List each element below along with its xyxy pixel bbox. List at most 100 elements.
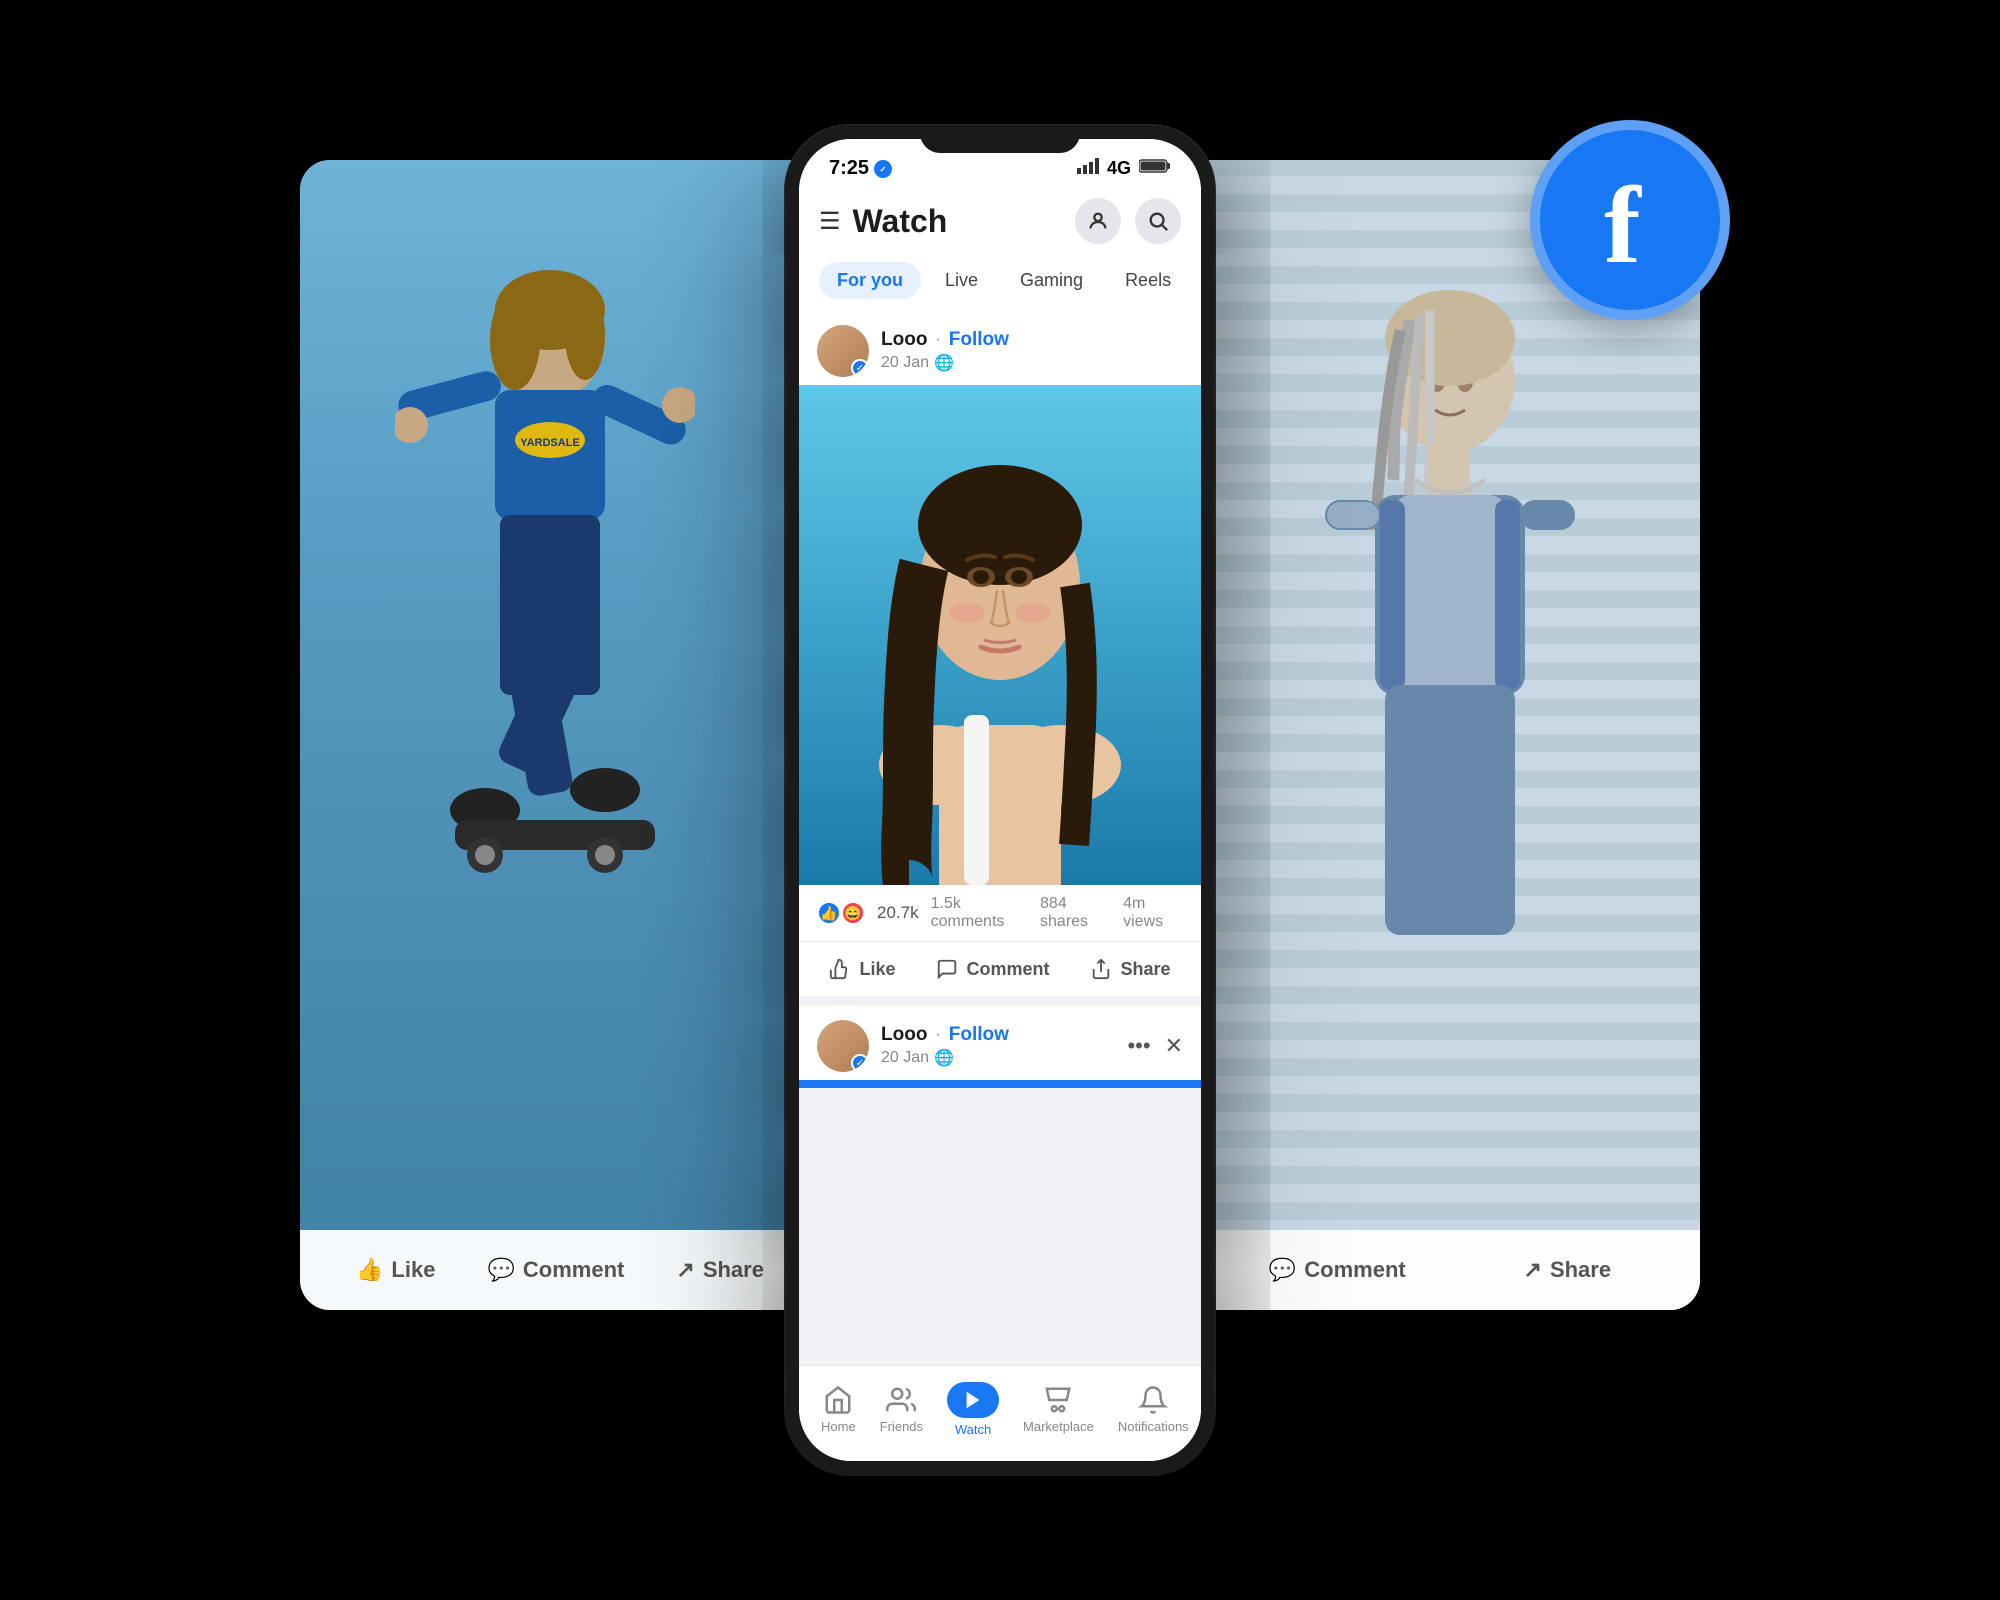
tab-reels[interactable]: Reels [1107,262,1181,299]
tab-gaming[interactable]: Gaming [1002,262,1101,299]
bottom-navigation: Home Friends Watch [799,1365,1201,1461]
reaction-icons: 👍 😄 [817,901,865,925]
nav-friends[interactable]: Friends [868,1379,935,1440]
post-2-avatar: ✓ [817,1020,869,1072]
left-comment-label: Comment [523,1257,624,1283]
left-share-button[interactable]: ↗ Share [676,1257,764,1283]
left-share-label: Share [703,1257,764,1283]
like-action-button[interactable]: Like [811,948,913,990]
post-card-1: ✓ Looo · Follow 20 Jan 🌐 [799,311,1201,996]
left-card: YARDSALE 👍 Like 💬 Comment ↗ Share [300,160,820,1310]
post-2-meta: Looo · Follow 20 Jan 🌐 [881,1024,1115,1068]
nav-watch[interactable]: Watch [935,1376,1011,1443]
post-2-actions: ••• ✕ [1127,1033,1183,1059]
right-comment-button[interactable]: 💬 Comment [1269,1257,1406,1283]
post-2-author-row: Looo · Follow [881,1024,1115,1046]
like-reaction-icon: 👍 [817,901,841,925]
post-2-date: 20 Jan [881,1049,929,1067]
left-card-image: YARDSALE [300,160,820,1310]
search-button[interactable] [1135,198,1181,244]
phone-frame: 7:25 ✓ [785,125,1215,1475]
shares-count: 884 shares [1040,895,1111,931]
tab-for-you[interactable]: For you [819,262,921,299]
post-1-follow-button[interactable]: Follow [949,329,1009,351]
nav-marketplace-label: Marketplace [1023,1419,1094,1434]
app-header: ☰ Watch [799,188,1201,311]
share-action-label: Share [1120,959,1170,980]
post-1-separator: · [935,331,940,349]
hamburger-menu-icon[interactable]: ☰ [819,207,841,236]
right-share-icon: ↗ [1524,1257,1542,1283]
right-person-illustration [1265,220,1615,1090]
love-reaction-icon: 😄 [841,901,865,925]
right-card: 💬 Comment ↗ Share [1180,160,1700,1310]
signal-bars [1077,158,1099,179]
svg-text:✓: ✓ [880,165,887,174]
post-1-avatar: ✓ [817,325,869,377]
verified-badge: ✓ [851,359,869,377]
phone: 7:25 ✓ [785,125,1215,1475]
share-action-button[interactable]: Share [1072,948,1188,990]
comment-icon: 💬 [487,1257,514,1283]
right-comment-label: Comment [1304,1257,1405,1283]
progress-indicator [799,1080,1201,1088]
reactions-count: 20.7k [877,903,919,923]
nav-watch-label: Watch [955,1422,991,1437]
post-card-2-header: ✓ Looo · Follow 20 Jan 🌐 [799,1006,1201,1080]
right-share-button[interactable]: ↗ Share [1524,1257,1612,1283]
post-1-action-bar: Like Comment Share [799,942,1201,996]
more-options-icon[interactable]: ••• [1127,1033,1150,1059]
post-2-author: Looo [881,1024,927,1046]
profile-button[interactable] [1075,198,1121,244]
right-card-footer: 💬 Comment ↗ Share [1180,1230,1700,1310]
content-area: ✓ Looo · Follow 20 Jan 🌐 [799,311,1201,1365]
post-2-separator: · [935,1026,940,1044]
phone-notch [920,125,1080,153]
share-icon: ↗ [676,1257,694,1283]
left-like-label: Like [391,1257,435,1283]
left-comment-button[interactable]: 💬 Comment [487,1257,624,1283]
right-card-image [1180,160,1700,1310]
header-icons [1075,198,1181,244]
header-row: ☰ Watch [819,198,1181,256]
facebook-logo: f [1530,120,1730,320]
nav-marketplace[interactable]: Marketplace [1011,1379,1106,1440]
post-1-author-row: Looo · Follow [881,329,1183,351]
facebook-f-letter: f [1604,162,1641,289]
right-share-label: Share [1550,1257,1611,1283]
like-action-label: Like [859,959,895,980]
post-2-time: 20 Jan 🌐 [881,1048,1115,1068]
post-1-author: Looo [881,329,927,351]
left-card-footer: 👍 Like 💬 Comment ↗ Share [300,1230,820,1310]
nav-notifications[interactable]: Notifications [1106,1379,1201,1440]
comment-action-label: Comment [966,959,1049,980]
views-count: 4m views [1123,895,1183,931]
post-1-media [799,385,1201,885]
post-1-time: 20 Jan 🌐 [881,353,1183,373]
status-time: 7:25 ✓ [829,157,892,180]
post-2-follow-button[interactable]: Follow [949,1024,1009,1046]
post-1-globe-icon: 🌐 [934,353,954,373]
nav-friends-label: Friends [880,1419,923,1434]
watch-active-bg [947,1382,999,1418]
post-1-date: 20 Jan [881,354,929,372]
battery-icon [1139,158,1171,179]
nav-home-label: Home [821,1419,856,1434]
post-2-verified-badge: ✓ [851,1054,869,1072]
nav-home[interactable]: Home [809,1379,868,1440]
post-2-globe-icon: 🌐 [934,1048,954,1068]
svg-text:YARDSALE: YARDSALE [520,437,580,449]
tab-live[interactable]: Live [927,262,996,299]
skater-illustration: YARDSALE [395,220,695,1070]
watch-title: Watch [853,203,948,240]
post-1-meta: Looo · Follow 20 Jan 🌐 [881,329,1183,373]
post-1-header: ✓ Looo · Follow 20 Jan 🌐 [799,311,1201,385]
network-type: 4G [1107,158,1131,179]
comment-action-button[interactable]: Comment [918,948,1067,990]
time-display: 7:25 [829,157,869,180]
main-scene: YARDSALE 👍 Like 💬 Comment ↗ Share [300,100,1700,1500]
post-1-engagement: 👍 😄 20.7k 1.5k comments 884 shares 4m vi… [799,885,1201,942]
left-like-button[interactable]: 👍 Like [356,1257,435,1283]
post-close-icon[interactable]: ✕ [1165,1033,1183,1059]
like-icon: 👍 [356,1257,383,1283]
